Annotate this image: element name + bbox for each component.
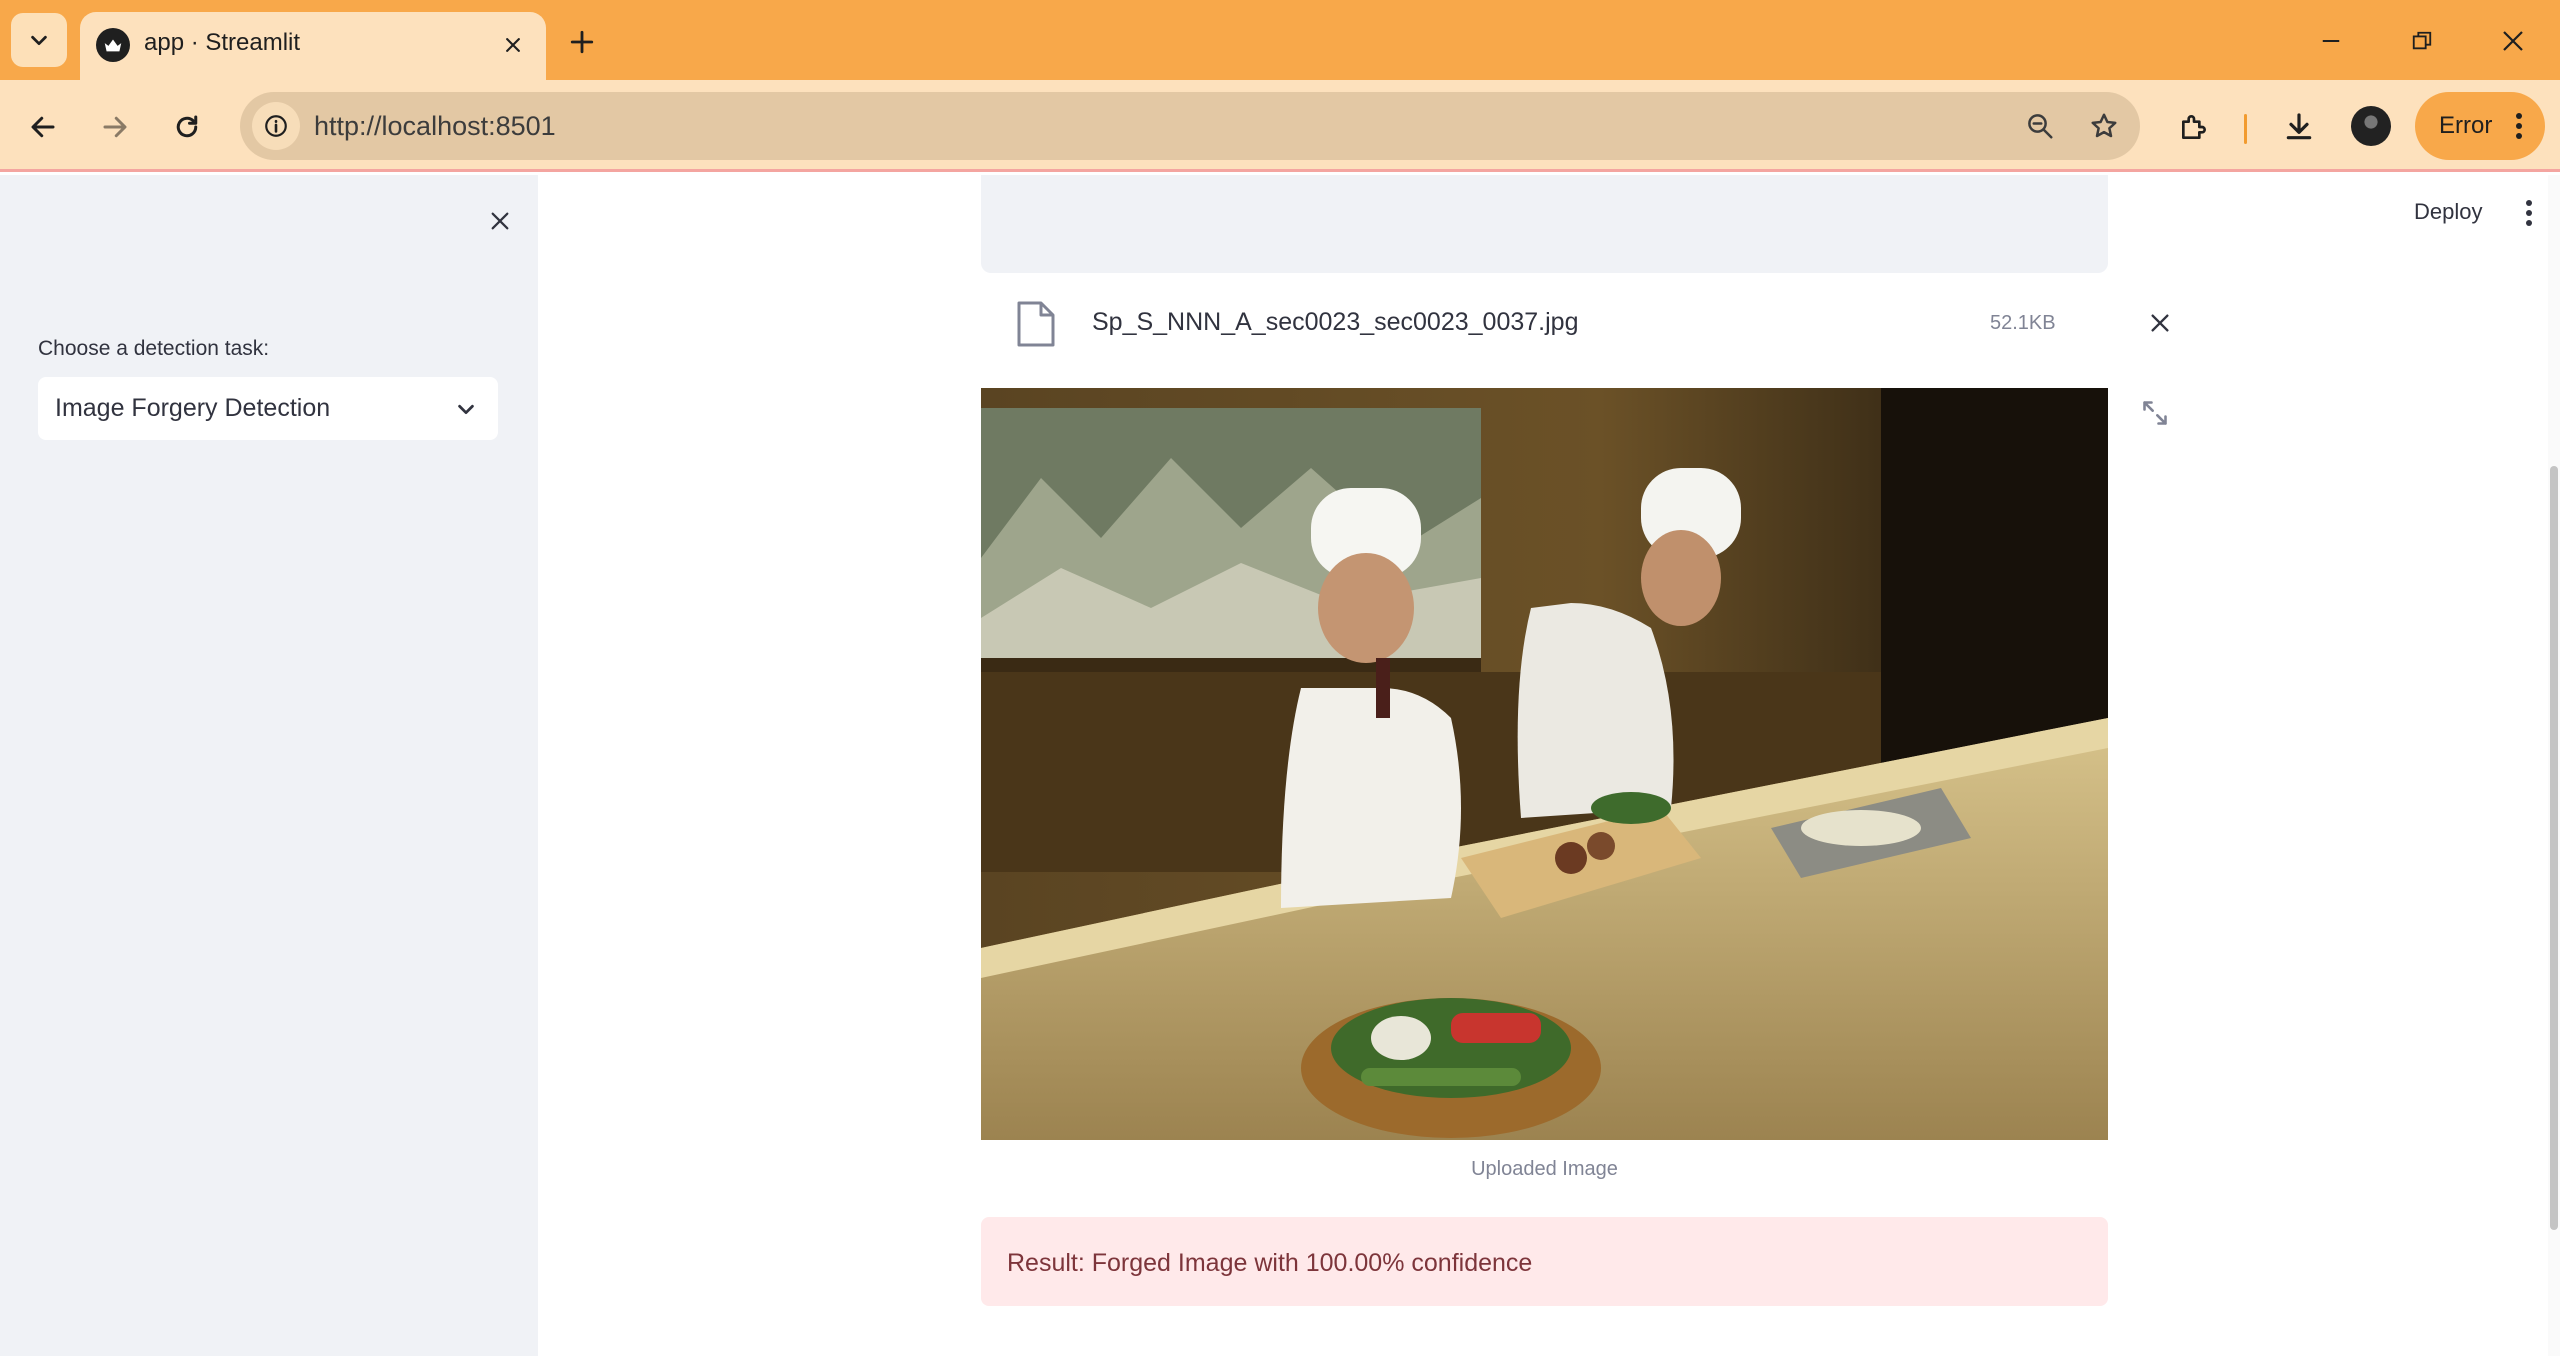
zoom-icon[interactable] xyxy=(2020,106,2060,146)
close-icon xyxy=(491,212,509,230)
uploaded-file-size: 52.1KB xyxy=(1990,312,2056,334)
more-vertical-icon xyxy=(2526,200,2532,226)
downloads-icon[interactable] xyxy=(2274,102,2324,152)
reload-icon xyxy=(176,115,198,138)
browser-tab-active[interactable]: app · Streamlit xyxy=(80,12,546,80)
remove-file-button[interactable] xyxy=(2140,303,2180,343)
file-uploader-dropzone[interactable] xyxy=(981,175,2108,273)
back-button[interactable] xyxy=(18,102,68,152)
task-select[interactable]: Image Forgery Detection xyxy=(38,377,498,440)
arrow-left-icon xyxy=(31,116,55,138)
extensions-icon[interactable] xyxy=(2169,102,2219,152)
fullscreen-icon xyxy=(2143,401,2167,425)
uploaded-image-illustration xyxy=(981,388,2108,1140)
tab-close-icon[interactable] xyxy=(498,30,528,60)
url-text[interactable]: http://localhost:8501 xyxy=(314,111,556,142)
task-select-value: Image Forgery Detection xyxy=(55,394,331,422)
uploaded-image xyxy=(981,388,2108,1140)
tab-title: app · Streamlit xyxy=(144,29,301,56)
restore-button[interactable] xyxy=(2399,18,2445,64)
browser-toolbar: http://localhost:8501 Error xyxy=(0,80,2560,172)
bookmark-star-icon[interactable] xyxy=(2084,106,2124,146)
chevron-down-icon xyxy=(31,35,47,46)
tab-search-button[interactable] xyxy=(11,13,67,67)
minimize-button[interactable] xyxy=(2308,18,2354,64)
address-bar[interactable]: http://localhost:8501 xyxy=(240,92,2140,160)
task-select-label: Choose a detection task: xyxy=(38,337,270,360)
reload-button[interactable] xyxy=(162,102,212,152)
new-tab-button[interactable] xyxy=(560,20,604,64)
sidebar: Choose a detection task: Image Forgery D… xyxy=(0,175,538,1356)
profile-avatar[interactable] xyxy=(2351,106,2391,146)
more-vertical-icon[interactable] xyxy=(2509,110,2529,142)
main-menu-button[interactable] xyxy=(2514,193,2544,233)
main-content: Deploy Sp_S_NNN_A_sec0023_sec0023_0037.j… xyxy=(538,175,2560,1356)
chevron-down-icon xyxy=(452,395,480,423)
scrollbar-thumb[interactable] xyxy=(2550,466,2558,1230)
forward-button[interactable] xyxy=(90,102,140,152)
browser-tab-strip: app · Streamlit xyxy=(0,0,2560,80)
arrow-right-icon xyxy=(103,116,127,138)
sidebar-close-button[interactable] xyxy=(480,201,520,241)
close-icon xyxy=(2503,31,2523,51)
fullscreen-button[interactable] xyxy=(2135,393,2175,433)
site-info-icon[interactable] xyxy=(252,102,300,150)
toolbar-separator xyxy=(2244,114,2247,144)
close-icon xyxy=(2151,314,2169,332)
deploy-button[interactable]: Deploy xyxy=(2414,199,2482,225)
plus-icon xyxy=(570,30,594,54)
result-alert: Result: Forged Image with 100.00% confid… xyxy=(981,1217,2108,1306)
file-icon xyxy=(1017,301,1055,347)
restore-icon xyxy=(2412,31,2432,50)
profile-error-label: Error xyxy=(2439,112,2493,139)
uploaded-file-name: Sp_S_NNN_A_sec0023_sec0023_0037.jpg xyxy=(1092,308,1579,336)
image-caption: Uploaded Image xyxy=(1471,1158,1618,1180)
profile-error-button[interactable]: Error xyxy=(2415,92,2545,160)
streamlit-favicon-icon xyxy=(96,28,130,62)
uploaded-file-row: Sp_S_NNN_A_sec0023_sec0023_0037.jpg 52.1… xyxy=(981,295,2108,365)
result-text: Result: Forged Image with 100.00% confid… xyxy=(1007,1249,1533,1277)
minimize-icon xyxy=(2322,39,2340,43)
close-window-button[interactable] xyxy=(2490,18,2536,64)
